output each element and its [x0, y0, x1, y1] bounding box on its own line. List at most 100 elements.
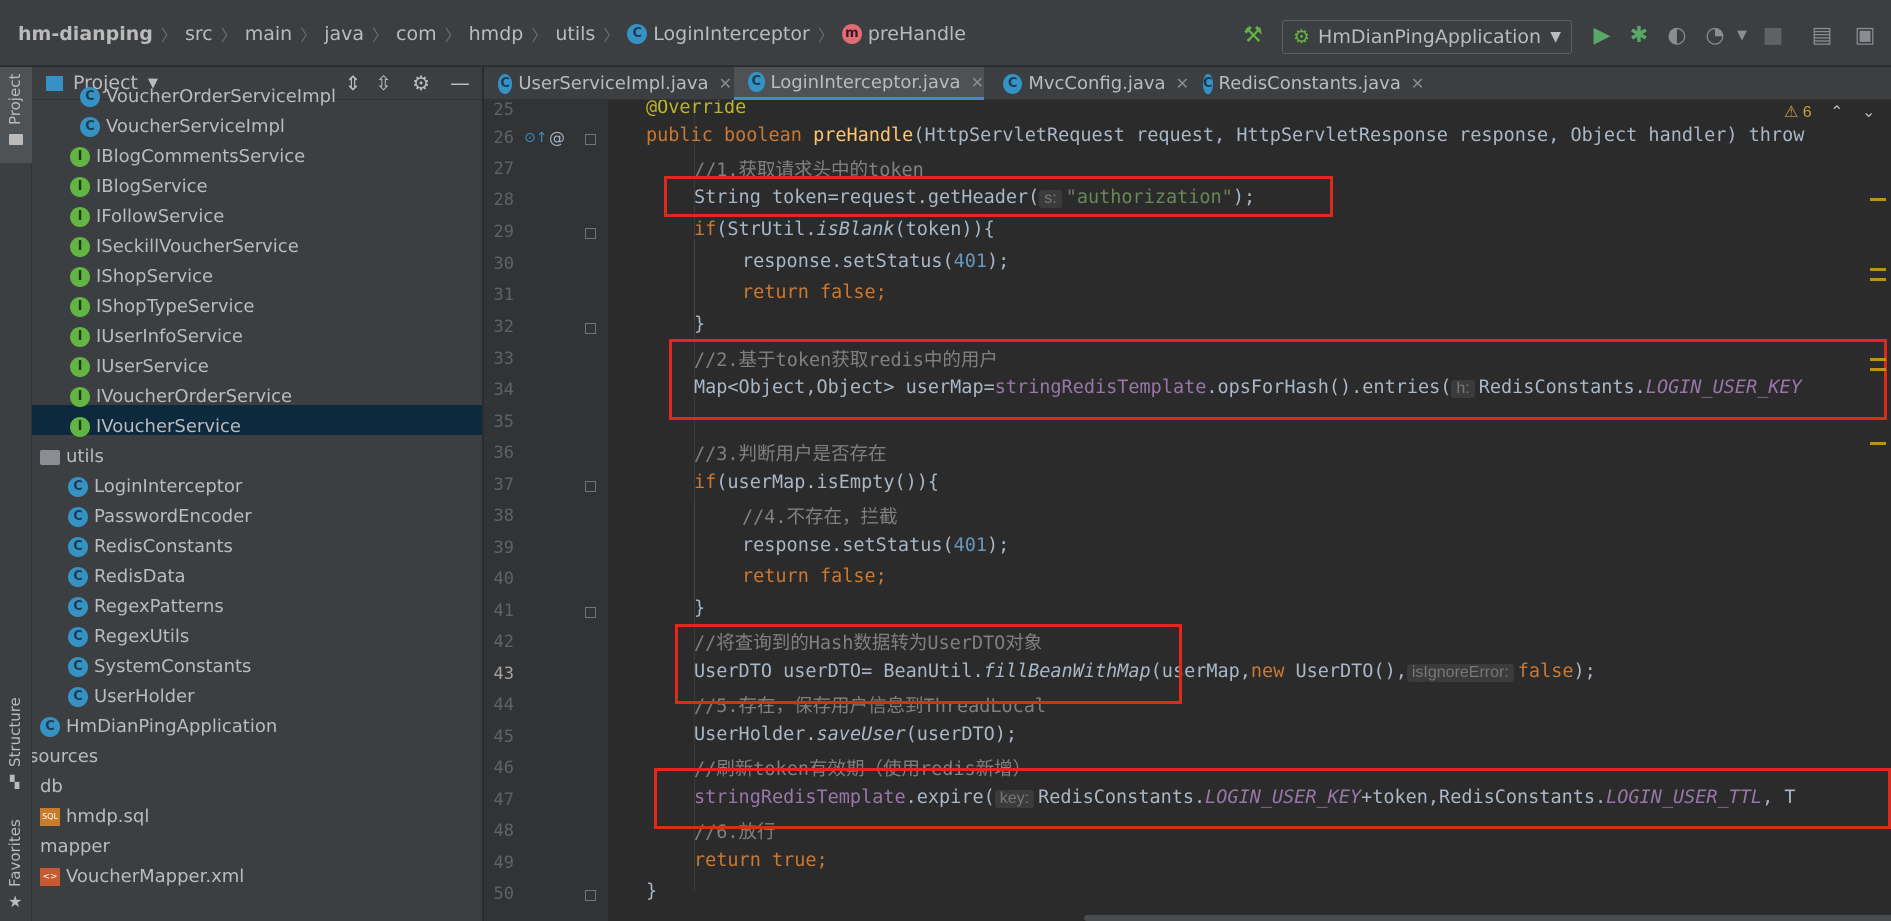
tree-item-folder[interactable]: mapper — [40, 832, 110, 862]
gear-icon[interactable]: ⚙ — [412, 71, 430, 95]
tree-item[interactable]: C PasswordEncoder — [68, 502, 252, 532]
tree-item-label: VoucherMapper.xml — [66, 866, 245, 887]
tree-item-folder[interactable]: db — [40, 772, 63, 802]
class-icon: C — [80, 87, 100, 107]
run-icon[interactable]: ▶ — [1587, 20, 1617, 52]
tree-item-label: RedisConstants — [94, 536, 233, 557]
tree-item[interactable]: <> VoucherMapper.xml — [40, 862, 244, 892]
tree-item[interactable]: C HmDianPingApplication — [40, 712, 277, 742]
coverage-icon[interactable]: ◐ — [1662, 20, 1692, 52]
line-number: 45 — [493, 727, 514, 747]
breadcrumb-item[interactable]: src — [185, 23, 213, 45]
breadcrumb-item[interactable]: preHandle — [868, 23, 966, 45]
build-hammer-icon[interactable]: ⚒ — [1238, 20, 1268, 52]
chevron-down-icon[interactable]: ▼ — [1727, 20, 1757, 52]
error-stripe-mark[interactable] — [1870, 442, 1886, 445]
breadcrumb-item[interactable]: java — [324, 23, 364, 45]
project-tool-tab[interactable]: Project — [0, 67, 32, 163]
chevron-up-icon[interactable]: ⌃ — [1830, 104, 1843, 121]
breadcrumb-item[interactable]: hmdp — [469, 23, 524, 45]
tree-item-folder[interactable]: utils — [40, 442, 104, 472]
warning-indicator[interactable]: ⚠ 6 ⌃ ⌄ — [1784, 102, 1875, 122]
code-line-50: } — [646, 881, 658, 902]
tree-item-label: SystemConstants — [94, 656, 252, 677]
close-icon[interactable]: ✕ — [719, 74, 732, 93]
fold-icon[interactable] — [585, 323, 596, 334]
chevron-down-icon[interactable]: ⌄ — [1862, 104, 1875, 121]
error-stripe-mark[interactable] — [1870, 268, 1886, 271]
collapse-all-icon[interactable]: ⇳ — [375, 71, 392, 95]
highlight-box-userdto — [675, 624, 1182, 704]
tree-item[interactable]: C RedisData — [68, 562, 186, 592]
breadcrumb-item[interactable]: main — [245, 23, 292, 45]
line-number: 39 — [493, 538, 514, 558]
error-stripe-mark[interactable] — [1870, 198, 1886, 201]
tab-logininterceptor[interactable]: C LoginInterceptor.java ✕ — [734, 67, 984, 100]
debug-icon[interactable]: ✱ — [1624, 20, 1654, 52]
error-stripe-mark[interactable] — [1870, 358, 1886, 361]
expand-all-icon[interactable]: ⇕ — [345, 71, 362, 95]
tree-item-selected[interactable]: C LoginInterceptor — [68, 472, 242, 502]
tree-item[interactable]: C RegexUtils — [68, 622, 189, 652]
tree-item-label: IUserService — [96, 356, 209, 377]
tree-item[interactable]: I IShopTypeService — [70, 292, 254, 322]
project-view-icon — [46, 75, 63, 91]
fold-icon[interactable] — [585, 890, 596, 901]
structure-tool-tab[interactable]: Structure — [6, 697, 24, 767]
tree-item[interactable]: C RegexPatterns — [68, 592, 224, 622]
close-icon[interactable]: ✕ — [971, 73, 984, 92]
tree-item-label: ISeckillVoucherService — [96, 236, 299, 257]
tree-item-label: RedisData — [94, 566, 186, 587]
fold-icon[interactable] — [585, 134, 596, 145]
tree-item[interactable]: I IVoucherService — [70, 412, 241, 442]
tree-item[interactable]: I IUserService — [70, 352, 209, 382]
fold-icon[interactable] — [585, 607, 596, 618]
code-line-32: } — [694, 314, 706, 335]
override-marker-icon[interactable]: ⊙↑ — [524, 130, 547, 146]
code-editor[interactable]: 25 26 27 28 29 30 31 32 33 34 35 36 37 3… — [484, 100, 1891, 921]
close-icon[interactable]: ✕ — [1176, 74, 1189, 93]
code-line-37: if(userMap.isEmpty()){ — [694, 472, 940, 493]
stop-icon[interactable]: ■ — [1758, 20, 1788, 52]
run-configuration-select[interactable]: ⚙ HmDianPingApplication ▼ — [1282, 20, 1572, 54]
breadcrumb-item[interactable]: utils — [555, 23, 595, 45]
annotation-marker-icon[interactable]: @ — [549, 128, 565, 147]
horizontal-scrollbar[interactable] — [1084, 915, 1891, 921]
class-icon: C — [1003, 73, 1023, 94]
tree-item[interactable]: C VoucherServiceImpl — [80, 112, 285, 142]
line-number: 42 — [493, 632, 514, 652]
tree-item[interactable]: I IVoucherOrderService — [70, 382, 292, 412]
tab-label: MvcConfig.java — [1028, 73, 1166, 94]
profile-icon[interactable]: ◔ — [1700, 20, 1730, 52]
tab-mvcconfig[interactable]: C MvcConfig.java ✕ — [989, 67, 1189, 100]
tree-item[interactable]: I IShopService — [70, 262, 213, 292]
minimize-icon[interactable]: — — [450, 71, 470, 95]
tree-item[interactable]: SQL hmdp.sql — [40, 802, 149, 832]
tree-item-label: VoucherOrderServiceImpl — [106, 86, 337, 107]
fold-icon[interactable] — [585, 481, 596, 492]
tree-item[interactable]: C VoucherOrderServiceImpl — [80, 82, 336, 112]
favorites-tool-tab[interactable]: Favorites — [6, 819, 24, 887]
line-number: 35 — [493, 412, 514, 432]
breadcrumb-item[interactable]: hm-dianping — [18, 23, 153, 45]
window-icon[interactable]: ▣ — [1850, 20, 1880, 52]
tree-item[interactable]: I IUserInfoService — [70, 322, 243, 352]
tree-item[interactable]: I IBlogCommentsService — [70, 142, 305, 172]
tree-item[interactable]: C SystemConstants — [68, 652, 251, 682]
tree-item[interactable]: C RedisConstants — [68, 532, 233, 562]
tree-item[interactable]: C UserHolder — [68, 682, 194, 712]
close-icon[interactable]: ✕ — [1411, 74, 1424, 93]
tab-redisconstants[interactable]: C RedisConstants.java ✕ — [1189, 67, 1424, 100]
tree-item-label: mapper — [40, 836, 110, 857]
breadcrumb-item[interactable]: LoginInterceptor — [653, 23, 810, 45]
breadcrumb-item[interactable]: com — [396, 23, 437, 45]
error-stripe-mark[interactable] — [1870, 278, 1886, 281]
project-structure-icon[interactable]: ▤ — [1807, 20, 1837, 52]
tree-item[interactable]: I IBlogService — [70, 172, 208, 202]
tab-userserviceimpl[interactable]: C UserServiceImpl.java ✕ — [484, 67, 732, 100]
tree-item-folder[interactable]: sources — [32, 742, 98, 772]
tree-item[interactable]: I IFollowService — [70, 202, 224, 232]
error-stripe-mark[interactable] — [1870, 368, 1886, 371]
fold-icon[interactable] — [585, 228, 596, 239]
tree-item[interactable]: I ISeckillVoucherService — [70, 232, 299, 262]
